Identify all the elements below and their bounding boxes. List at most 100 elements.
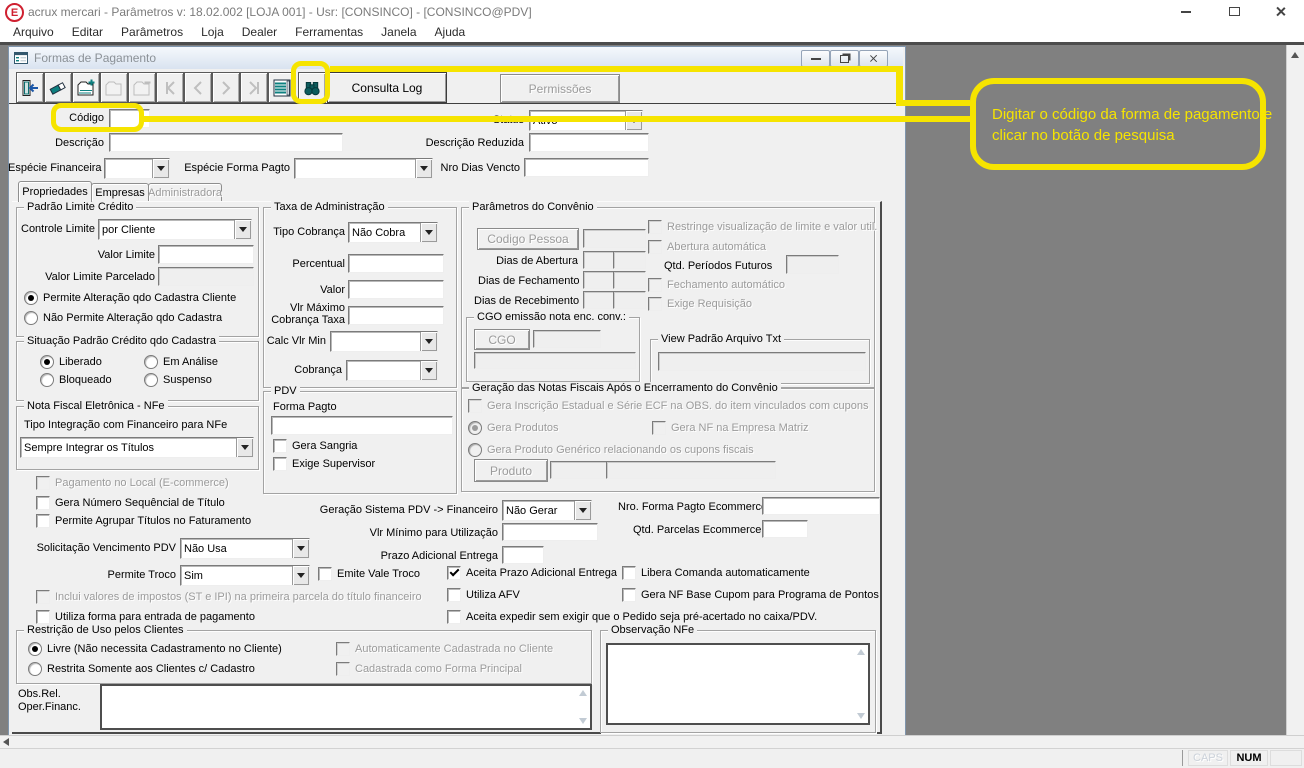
tab-propriedades[interactable]: Propriedades <box>18 181 92 202</box>
chevron-down-icon[interactable] <box>292 539 309 558</box>
menu-parametros[interactable]: Parâmetros <box>112 25 192 39</box>
checkbox-utiliza-afv[interactable]: Utiliza AFV <box>447 588 520 602</box>
descricao-input[interactable] <box>109 133 343 152</box>
child-minimize-button[interactable] <box>801 50 830 67</box>
menu-janela[interactable]: Janela <box>372 25 425 39</box>
valor-input[interactable] <box>348 280 444 299</box>
menu-arquivo[interactable]: Arquivo <box>4 25 63 39</box>
permite-troco-select[interactable]: Sim <box>180 565 310 586</box>
checkbox-exige-supervisor[interactable]: Exige Supervisor <box>273 457 375 471</box>
checkbox-aceita-expedir[interactable]: Aceita expedir sem exigir que o Pedido s… <box>447 610 817 624</box>
close-button[interactable] <box>1258 1 1302 21</box>
chevron-down-icon[interactable] <box>420 361 437 380</box>
forma-pagto-label: Forma Pagto <box>273 401 337 413</box>
checkbox-gera-sangria[interactable]: Gera Sangria <box>273 439 357 453</box>
tab-empresas[interactable]: Empresas <box>91 183 149 202</box>
chevron-down-icon[interactable] <box>234 220 251 239</box>
radio-restrita[interactable]: Restrita Somente aos Clientes c/ Cadastr… <box>28 662 255 676</box>
minimize-button[interactable] <box>1164 1 1208 21</box>
clear-button[interactable] <box>44 72 72 103</box>
chevron-down-icon[interactable] <box>292 566 309 585</box>
menu-loja[interactable]: Loja <box>192 25 233 39</box>
cobranca-select[interactable] <box>346 360 438 381</box>
observacao-nfe-textarea[interactable] <box>606 643 870 725</box>
controle-limite-select[interactable]: por Cliente <box>98 219 252 240</box>
tab-administradora[interactable]: Administradora <box>148 183 222 202</box>
chevron-down-icon[interactable] <box>236 438 253 457</box>
checkbox-emite-vale-troco[interactable]: Emite Vale Troco <box>318 567 420 581</box>
checkbox-gera-nf-base-cupom[interactable]: Gera NF Base Cupom para Programa de Pont… <box>622 588 879 602</box>
calc-vlr-min-select[interactable] <box>330 331 438 352</box>
geracao-sistema-select[interactable]: Não Gerar <box>502 500 592 521</box>
radio-label: Permite Alteração qdo Cadastra Cliente <box>43 292 237 304</box>
radio-em-analise[interactable]: Em Análise <box>144 355 218 369</box>
checkbox-libera-comanda[interactable]: Libera Comanda automaticamente <box>622 566 810 580</box>
scroll-left-icon[interactable] <box>3 738 9 746</box>
exit-button[interactable] <box>16 72 44 103</box>
permissoes-button[interactable]: Permissões <box>500 74 620 103</box>
radio-liberado[interactable]: Liberado <box>40 355 102 369</box>
valor-limite-input[interactable] <box>158 245 254 264</box>
edit-record-button[interactable] <box>100 72 128 103</box>
first-record-icon <box>166 80 175 95</box>
chevron-down-icon[interactable] <box>420 223 437 242</box>
checkbox-aceita-prazo[interactable]: Aceita Prazo Adicional Entrega <box>447 566 617 580</box>
child-restore-button[interactable] <box>830 50 859 67</box>
solicitacao-vencimento-select[interactable]: Não Usa <box>180 538 310 559</box>
especie-financeira-select[interactable] <box>104 158 170 179</box>
forma-pagto-input[interactable] <box>271 416 453 435</box>
checkbox-fechamento-automatico: Fechamento automático <box>648 278 785 292</box>
grid-icon <box>273 79 291 96</box>
add-record-button[interactable] <box>72 72 100 103</box>
group-title: Padrão Limite Crédito <box>24 201 137 213</box>
vlr-maximo-input[interactable] <box>348 306 444 325</box>
child-close-button[interactable] <box>859 50 888 67</box>
chevron-down-icon[interactable] <box>574 501 591 520</box>
menu-dealer[interactable]: Dealer <box>233 25 286 39</box>
consulta-log-button[interactable]: Consulta Log <box>327 72 447 103</box>
qtd-parcelas-input[interactable] <box>762 520 808 538</box>
scroll-up-icon[interactable] <box>857 649 865 655</box>
delete-record-button[interactable] <box>128 72 156 103</box>
menu-ajuda[interactable]: Ajuda <box>426 25 475 39</box>
first-record-button[interactable] <box>156 72 184 103</box>
radio-suspenso[interactable]: Suspenso <box>144 373 212 387</box>
nro-forma-ecommerce-input[interactable] <box>762 497 880 515</box>
nro-dias-vencto-input[interactable] <box>524 158 649 177</box>
last-record-button[interactable] <box>240 72 268 103</box>
radio-bloqueado[interactable]: Bloqueado <box>40 373 112 387</box>
scroll-down-icon[interactable] <box>579 718 587 724</box>
tipo-cobranca-select[interactable]: Não Cobra <box>348 222 438 243</box>
next-record-button[interactable] <box>212 72 240 103</box>
especie-forma-pagto-select[interactable] <box>294 158 433 179</box>
prior-record-button[interactable] <box>184 72 212 103</box>
statusbar-separator <box>1182 750 1183 766</box>
tipo-integracao-select[interactable]: Sempre Integrar os Títulos <box>20 437 254 458</box>
radio-permite-alteracao[interactable]: Permite Alteração qdo Cadastra Cliente <box>24 291 236 305</box>
obs-rel-textarea[interactable] <box>100 684 592 730</box>
checkbox-gera-numero-sequencial[interactable]: Gera Número Sequêncial de Título <box>36 496 225 510</box>
radio-livre[interactable]: Livre (Não necessita Cadastramento no Cl… <box>28 642 282 656</box>
radio-icon <box>468 421 482 435</box>
chevron-down-icon[interactable] <box>420 332 437 351</box>
checkbox-permite-agrupar[interactable]: Permite Agrupar Títulos no Faturamento <box>36 514 251 528</box>
percentual-input[interactable] <box>348 254 444 273</box>
scroll-up-icon[interactable] <box>579 690 587 696</box>
scroll-up-icon[interactable] <box>1291 52 1299 58</box>
radio-nao-permite-alteracao[interactable]: Não Permite Alteração qdo Cadastra <box>24 311 222 325</box>
percentual-label: Percentual <box>292 258 345 270</box>
scroll-down-icon[interactable] <box>857 713 865 719</box>
horizontal-scrollbar[interactable] <box>0 735 1304 749</box>
menu-editar[interactable]: Editar <box>63 25 112 39</box>
vlr-minimo-input[interactable] <box>502 523 598 541</box>
radio-label: Gera Produto Genérico relacionando os cu… <box>487 444 754 456</box>
chevron-down-icon[interactable] <box>152 159 169 178</box>
tipo-cobranca-label: Tipo Cobrança <box>273 226 345 238</box>
prazo-adicional-input[interactable] <box>502 546 544 564</box>
vertical-scrollbar[interactable] <box>1286 45 1304 735</box>
descricao-reduzida-input[interactable] <box>529 133 649 152</box>
checkbox-utiliza-forma-entrada[interactable]: Utiliza forma para entrada de pagamento <box>36 610 255 624</box>
menu-ferramentas[interactable]: Ferramentas <box>286 25 372 39</box>
maximize-button[interactable] <box>1212 1 1256 21</box>
chevron-down-icon[interactable] <box>415 159 432 178</box>
